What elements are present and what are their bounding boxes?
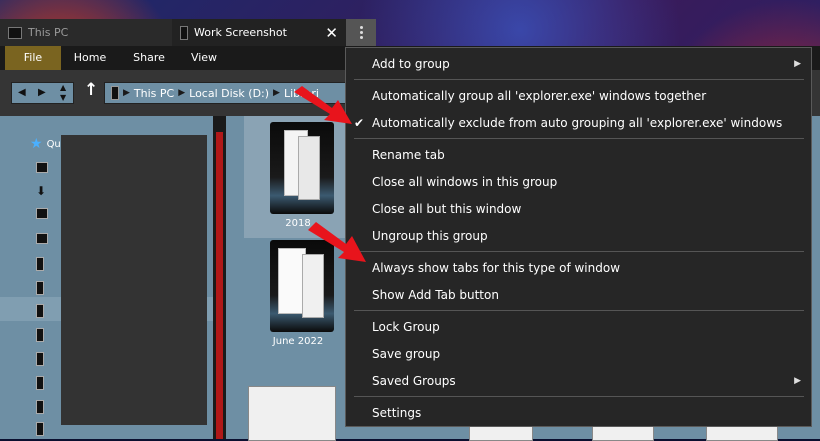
folder-item[interactable]: 2018 — [244, 116, 352, 238]
chevron-right-icon: ▶ — [794, 376, 801, 386]
file-thumbnail[interactable] — [248, 386, 336, 441]
menu-item-rename-tab[interactable]: Rename tab — [372, 148, 445, 162]
menu-item-always-show-tabs[interactable]: Always show tabs for this type of window — [372, 261, 620, 275]
checkmark-icon: ✔ — [354, 116, 365, 130]
document-icon — [298, 136, 320, 200]
drive-icon[interactable] — [36, 376, 44, 390]
menu-item-settings[interactable]: Settings — [372, 406, 421, 420]
documents-icon[interactable] — [36, 208, 48, 219]
breadcrumb-local-disk[interactable]: Local Disk (D:) — [189, 87, 269, 100]
drive-icon[interactable] — [36, 328, 44, 342]
nav-buttons: ◀ ▶ ▲ ▼ — [11, 82, 74, 104]
tab-menu-button[interactable] — [346, 19, 376, 46]
tab-strip: This PC Work Screenshot ✕ — [0, 19, 820, 46]
pictures-icon[interactable] — [36, 233, 48, 244]
annotation-arrow-icon — [308, 222, 366, 262]
drive-icon[interactable] — [36, 281, 44, 295]
menu-item-close-all-in-group[interactable]: Close all windows in this group — [372, 175, 557, 189]
dot-icon — [359, 36, 363, 39]
tab-work-screenshot[interactable]: Work Screenshot ✕ — [172, 19, 346, 46]
drive-icon[interactable] — [36, 304, 44, 318]
ribbon-tab-file[interactable]: File — [5, 46, 61, 70]
close-icon[interactable]: ✕ — [325, 24, 338, 42]
drive-icon — [111, 86, 119, 100]
menu-item-save-group[interactable]: Save group — [372, 347, 440, 361]
drive-icon[interactable] — [36, 400, 44, 414]
download-icon[interactable]: ⬇ — [36, 184, 48, 198]
tab-label: Work Screenshot — [194, 26, 287, 39]
breadcrumb-this-pc[interactable]: This PC — [134, 87, 174, 100]
annotation-arrow-icon — [294, 86, 352, 124]
nav-scrollbar[interactable] — [213, 116, 226, 439]
desktop-icon[interactable] — [36, 162, 48, 173]
tab-this-pc[interactable]: This PC — [0, 19, 172, 46]
menu-item-auto-group[interactable]: Automatically group all 'explorer.exe' w… — [372, 89, 706, 103]
ribbon-tab-view[interactable]: View — [180, 46, 228, 70]
tab-context-menu: Add to group ▶ Automatically group all '… — [345, 47, 812, 427]
menu-item-auto-exclude[interactable]: Automatically exclude from auto grouping… — [372, 116, 782, 130]
drive-icon — [180, 25, 188, 40]
up-arrow-icon[interactable]: ↑ — [84, 80, 98, 100]
menu-item-show-add-tab[interactable]: Show Add Tab button — [372, 288, 499, 302]
menu-separator — [354, 79, 804, 80]
menu-item-ungroup[interactable]: Ungroup this group — [372, 229, 488, 243]
ribbon-tab-share[interactable]: Share — [124, 46, 174, 70]
folder-label: June 2022 — [272, 336, 324, 347]
drive-icon[interactable] — [36, 422, 44, 436]
star-icon: ★ — [30, 136, 43, 152]
redacted-area — [61, 135, 207, 425]
menu-separator — [354, 138, 804, 139]
scrollbar-thumb[interactable] — [216, 132, 223, 439]
ribbon-tab-home[interactable]: Home — [66, 46, 114, 70]
chevron-right-icon: ▶ — [794, 59, 801, 69]
dot-icon — [359, 26, 363, 29]
menu-separator — [354, 251, 804, 252]
navigation-pane: ★ Quick access ⬇ — [0, 116, 213, 439]
drive-icon[interactable] — [36, 352, 44, 366]
menu-separator — [354, 310, 804, 311]
menu-separator — [354, 396, 804, 397]
menu-item-add-to-group[interactable]: Add to group — [372, 57, 450, 71]
menu-item-saved-groups[interactable]: Saved Groups — [372, 374, 456, 388]
tab-label: This PC — [28, 26, 69, 39]
menu-item-close-all-but-this[interactable]: Close all but this window — [372, 202, 521, 216]
chevron-right-icon: ▶ — [178, 88, 186, 98]
chevron-right-icon: ▶ — [273, 88, 280, 98]
chevron-right-icon: ▶ — [123, 88, 130, 98]
back-icon[interactable]: ◀ — [18, 87, 26, 98]
computer-icon — [8, 26, 22, 39]
dot-icon — [359, 31, 363, 34]
menu-item-lock-group[interactable]: Lock Group — [372, 320, 440, 334]
recent-locations-icon[interactable]: ▲ ▼ — [60, 83, 66, 103]
drive-icon[interactable] — [36, 257, 44, 271]
forward-icon[interactable]: ▶ — [38, 87, 46, 98]
